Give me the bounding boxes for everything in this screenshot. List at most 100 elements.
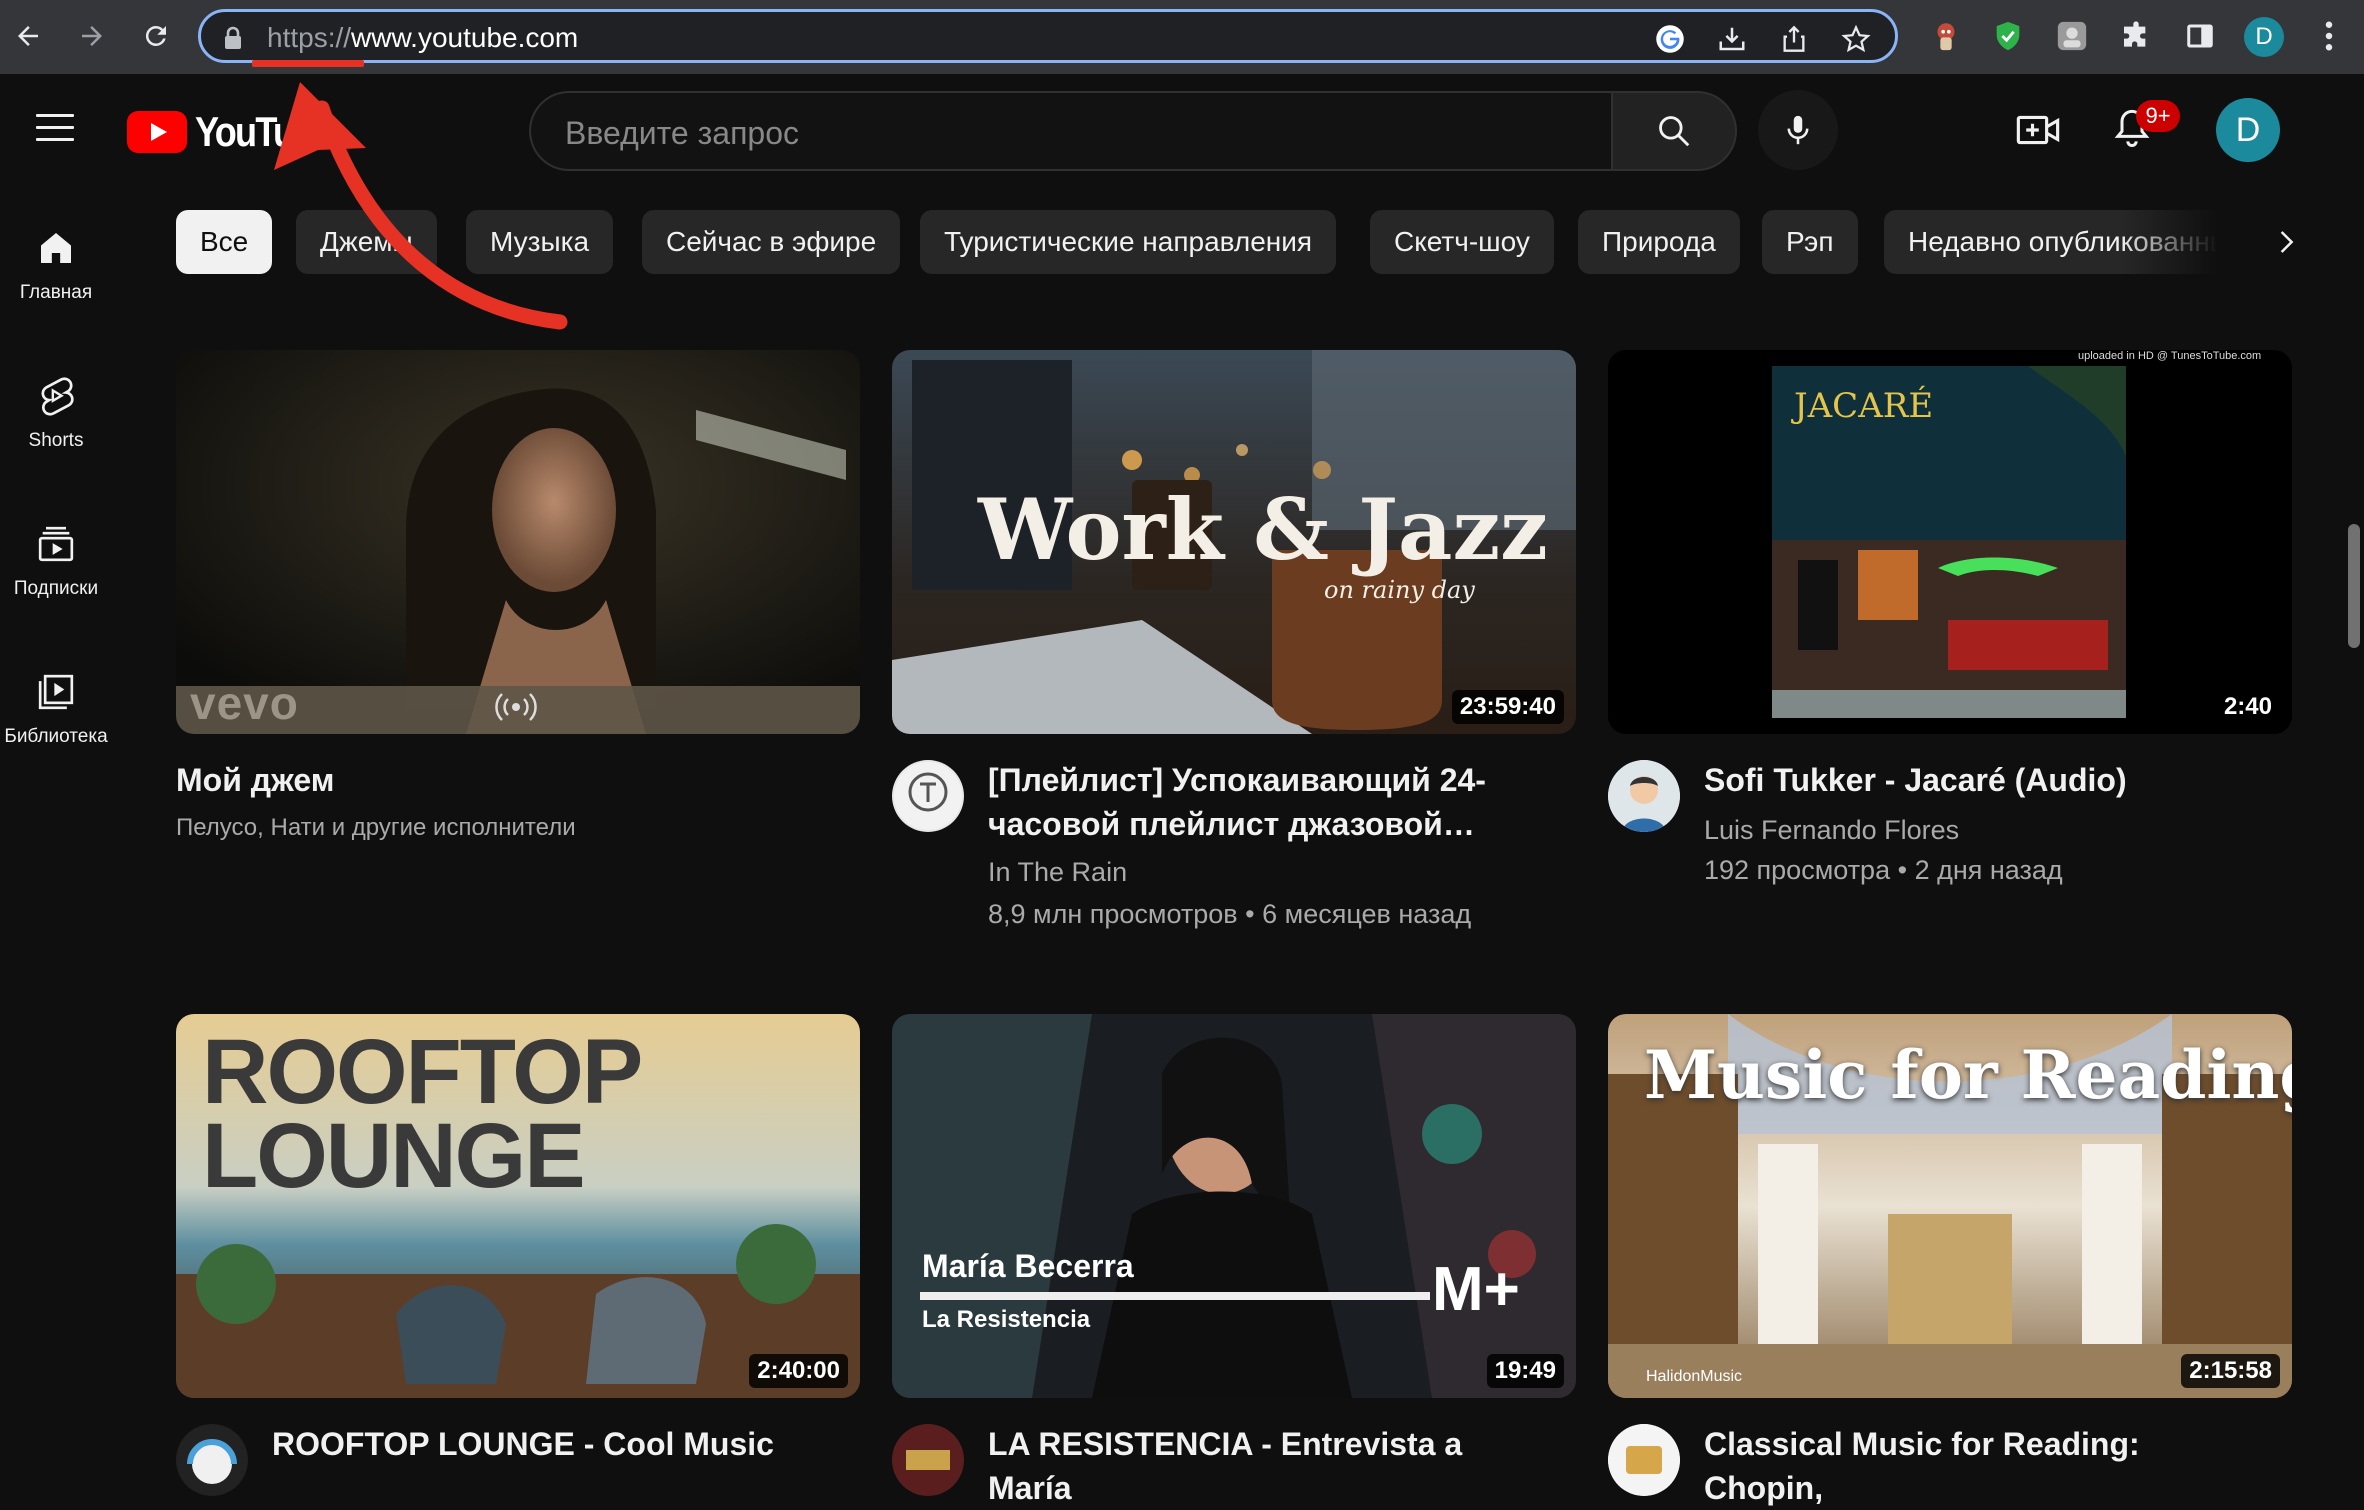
chip-rap[interactable]: Рэп — [1762, 210, 1858, 274]
voice-search-button[interactable] — [1758, 90, 1838, 170]
video-thumbnail[interactable]: María Becerra La Resistencia M+ 19:49 — [892, 1014, 1576, 1398]
chips-next-button[interactable] — [2266, 222, 2306, 262]
youtube-logo[interactable]: YouTube — [127, 108, 354, 156]
url-host: www.youtube.com — [351, 22, 579, 53]
thumbnail-title-text: Work & Jazz — [978, 480, 1548, 579]
install-app-button[interactable] — [1715, 22, 1749, 56]
extensions-menu-button[interactable] — [2116, 16, 2156, 56]
video-duration: 2:40:00 — [749, 1354, 848, 1388]
video-duration: 19:49 — [1486, 1354, 1564, 1388]
chip-nature[interactable]: Природа — [1578, 210, 1740, 274]
sidebar-item-shorts[interactable]: Shorts — [0, 376, 112, 452]
chip-live[interactable]: Сейчас в эфире — [642, 210, 901, 274]
thumbnail-watermark-text: uploaded in HD @ TunesToTube.com — [2078, 350, 2262, 362]
url-scheme: https:// — [267, 22, 352, 53]
channel-avatar[interactable] — [1608, 760, 1680, 832]
search-box[interactable] — [529, 91, 1613, 171]
star-icon — [1841, 24, 1871, 53]
video-title[interactable]: Мой джем — [176, 758, 736, 802]
extension-shield[interactable] — [1988, 16, 2028, 56]
halidon-logo-icon — [1608, 1424, 1680, 1496]
address-bar[interactable]: https://www.youtube.com — [198, 9, 1898, 63]
page-scrollbar[interactable] — [2348, 524, 2360, 648]
thumbnail-channel-watermark: HalidonMusic — [1646, 1368, 1743, 1385]
sidebar-item-label: Подписки — [13, 578, 99, 599]
home-icon — [36, 228, 76, 268]
side-panel-button[interactable] — [2180, 16, 2220, 56]
chip-jams[interactable]: Джемы — [296, 210, 437, 274]
browser-profile-avatar[interactable]: D — [2244, 17, 2284, 57]
video-thumbnail[interactable]: Work & Jazz on rainy day 23:59:40 — [892, 350, 1576, 734]
video-age: 2 дня назад — [1914, 855, 2063, 885]
library-icon — [36, 672, 76, 712]
chip-sketch-comedy[interactable]: Скетч-шоу — [1370, 210, 1554, 274]
search-input[interactable] — [563, 107, 1567, 159]
shorts-icon — [36, 376, 76, 416]
thumbnail-guest-name: María Becerra — [922, 1248, 1134, 1284]
video-stats: 8,9 млн просмотров • 6 месяцев назад — [988, 899, 1472, 929]
filter-chips-bar: Все Джемы Музыка Сейчас в эфире Туристич… — [176, 210, 2216, 276]
video-camera-plus-icon — [2016, 115, 2060, 145]
video-channel[interactable]: In The Rain — [988, 852, 1127, 892]
search-icon — [1659, 116, 1690, 147]
channel-avatar[interactable] — [1608, 1424, 1680, 1496]
video-thumbnail[interactable]: ROOFTOP LOUNGE 2:40:00 — [176, 1014, 860, 1398]
sidebar-item-library[interactable]: Библиотека — [0, 672, 112, 748]
back-button[interactable] — [6, 14, 50, 58]
search-button[interactable] — [1611, 91, 1737, 171]
cartoon-avatar-icon — [1608, 760, 1680, 832]
video-duration: 23:59:40 — [1451, 690, 1564, 724]
url-text[interactable]: https://www.youtube.com — [267, 22, 578, 54]
guide-menu-button[interactable] — [36, 114, 74, 142]
bookmark-star-button[interactable] — [1839, 22, 1873, 56]
share-button[interactable] — [1777, 22, 1811, 56]
account-avatar[interactable]: D — [2216, 98, 2280, 162]
shield-extension-icon — [1996, 21, 2020, 51]
video-thumbnail[interactable]: vevo — [176, 350, 860, 734]
create-video-button[interactable] — [2014, 106, 2062, 154]
thumbnail-title-text: JACARÉ — [1794, 386, 1934, 426]
video-age: 6 месяцев назад — [1262, 899, 1472, 929]
forward-button[interactable] — [70, 14, 114, 58]
video-channel[interactable]: Пелусо, Нати и другие исполнители — [176, 808, 576, 848]
la-resistencia-logo-icon — [892, 1424, 964, 1496]
youtube-wordmark: YouTube — [195, 108, 334, 155]
lock-icon[interactable] — [223, 26, 243, 50]
chips-fade-overlay — [2120, 205, 2364, 281]
thumbnail-title-text: ROOFTOP LOUNGE — [202, 1026, 643, 1207]
google-lens-button[interactable] — [1653, 22, 1687, 56]
video-thumbnail[interactable]: Music for Reading HalidonMusic 2:15:58 — [1608, 1014, 2292, 1398]
extension-adblock[interactable] — [1926, 16, 1966, 56]
channel-avatar[interactable] — [892, 1424, 964, 1496]
video-channel[interactable]: Luis Fernando Flores — [1704, 810, 1959, 850]
movistar-plus-logo: M+ — [1432, 1255, 1520, 1324]
video-title[interactable]: LA RESISTENCIA - Entrevista a María — [988, 1422, 1548, 1510]
more-vertical-icon — [2325, 21, 2333, 51]
puzzle-extensions-icon — [2124, 21, 2146, 47]
in-the-rain-logo-icon — [894, 762, 962, 830]
arrow-right-icon — [82, 26, 102, 46]
channel-avatar[interactable] — [176, 1424, 248, 1496]
video-duration: 2:40 — [2215, 690, 2280, 724]
video-title[interactable]: Sofi Tukker - Jacaré (Audio) — [1704, 758, 2264, 802]
sidebar-item-label: Главная — [19, 282, 93, 303]
sidebar-item-home[interactable]: Главная — [0, 228, 112, 304]
channel-avatar[interactable] — [892, 760, 964, 832]
chip-all[interactable]: Все — [176, 210, 273, 274]
extension-gray[interactable] — [2052, 16, 2092, 56]
video-title[interactable]: Classical Music for Reading: Chopin, — [1704, 1422, 2264, 1510]
chip-travel[interactable]: Туристические направления — [920, 210, 1337, 274]
video-title[interactable]: [Плейлист] Успокаивающий 24-часовой плей… — [988, 758, 1548, 846]
reload-icon — [145, 25, 166, 46]
video-title[interactable]: ROOFTOP LOUNGE - Cool Music — [272, 1422, 832, 1466]
browser-menu-button[interactable] — [2314, 16, 2344, 61]
chip-music[interactable]: Музыка — [466, 210, 614, 274]
subscriptions-icon — [36, 524, 76, 564]
reload-button[interactable] — [134, 14, 178, 58]
video-thumbnail[interactable]: JACARÉ uploaded in HD @ TunesToTube.com … — [1608, 350, 2292, 734]
thumbnail-title-line-2: LOUNGE — [202, 1105, 586, 1207]
adblock-icon — [1937, 23, 1955, 51]
extension-gray-icon — [2057, 21, 2087, 51]
sidebar-item-subscriptions[interactable]: Подписки — [0, 524, 112, 600]
arrow-left-icon — [18, 26, 38, 46]
